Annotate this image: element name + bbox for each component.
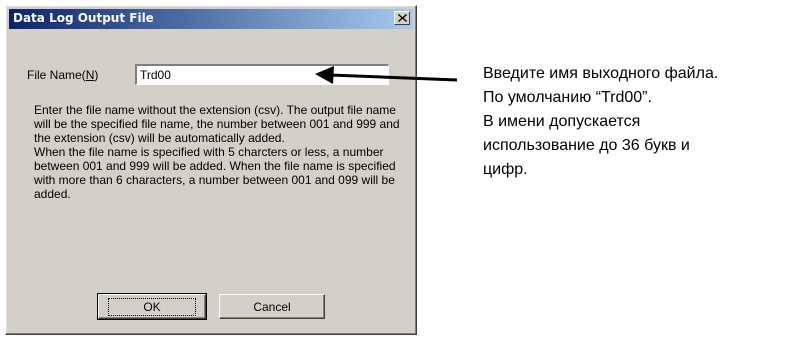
annotation-text: Введите имя выходного файла. По умолчани…: [483, 62, 793, 182]
annotation-line: Введите имя выходного файла.: [483, 65, 719, 82]
annotation-line: использование до 36 букв и: [483, 137, 690, 154]
annotation-line: цифр.: [483, 161, 528, 178]
annotation-line: В имени допускается: [483, 113, 641, 130]
annotation-line: По умолчанию “Trd00”.: [483, 89, 652, 106]
